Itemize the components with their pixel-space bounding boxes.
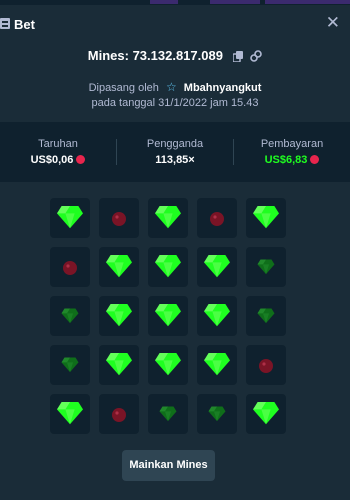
- stat-value: US$6,83: [264, 154, 308, 166]
- gem-tile: [148, 296, 188, 336]
- mine-tile: [197, 198, 237, 238]
- coin-icon: [310, 155, 320, 164]
- gem-tile: [246, 394, 286, 434]
- close-icon[interactable]: ✕: [326, 14, 340, 31]
- gem-tile-unrevealed: [246, 296, 286, 336]
- stat-value: 113,85×: [155, 154, 195, 166]
- gem-tile: [197, 247, 237, 287]
- stat-label: Pengganda: [146, 138, 204, 150]
- gem-tile: [50, 198, 90, 238]
- bet-date: pada tanggal 31/1/2022 jam 15.43: [91, 97, 259, 109]
- play-mines-button[interactable]: Mainkan Mines: [122, 450, 215, 481]
- stat-label: Pembayaran: [260, 138, 324, 150]
- gem-tile: [99, 345, 139, 385]
- mine-tile: [99, 198, 139, 238]
- gem-tile: [99, 296, 139, 336]
- copy-icon[interactable]: [231, 50, 243, 65]
- gem-tile: [246, 198, 286, 238]
- gem-tile: [148, 345, 188, 385]
- coin-icon: [76, 155, 86, 164]
- mine-tile: [246, 345, 286, 385]
- stat-value: US$0,06: [30, 154, 74, 166]
- stat-wager: Taruhan US$0,06: [0, 122, 116, 182]
- gem-tile: [148, 247, 188, 287]
- top-strip-segment: [265, 0, 350, 4]
- gem-tile: [197, 345, 237, 385]
- gem-tile: [50, 394, 90, 434]
- stat-label: Taruhan: [38, 138, 78, 150]
- bet-id-row: Mines: 73.132.817.089: [0, 48, 350, 65]
- stat-value-row: US$0,06: [0, 154, 116, 166]
- gem-tile-unrevealed: [197, 394, 237, 434]
- gem-tile-unrevealed: [50, 345, 90, 385]
- gem-tile-unrevealed: [148, 394, 188, 434]
- mine-tile: [99, 394, 139, 434]
- top-strip-segment: [210, 0, 260, 4]
- gem-tile: [148, 198, 188, 238]
- star-icon: ☆: [165, 80, 177, 94]
- top-strip-segment: [150, 0, 178, 4]
- placed-by-row: Dipasang oleh ☆ Mbahnyangkut: [0, 80, 350, 94]
- gem-tile: [197, 296, 237, 336]
- mine-tile: [50, 247, 90, 287]
- stats-panel: Taruhan US$0,06 Pengganda 113,85× Pembay…: [0, 122, 350, 182]
- gem-tile-unrevealed: [50, 296, 90, 336]
- username[interactable]: Mbahnyangkut: [184, 82, 262, 94]
- gem-tile: [99, 247, 139, 287]
- gem-tile-unrevealed: [246, 247, 286, 287]
- bet-id: Mines: 73.132.817.089: [87, 48, 223, 63]
- stat-multiplier: Pengganda 113,85×: [117, 122, 233, 182]
- modal-title: Bet: [14, 17, 35, 32]
- placed-by-label: Dipasang oleh: [88, 82, 159, 94]
- stat-payout: Pembayaran US$6,83: [234, 122, 350, 182]
- modal-header: Bet ✕: [0, 5, 350, 43]
- link-icon[interactable]: [250, 50, 263, 65]
- bet-slip-icon: [0, 18, 10, 29]
- stat-value-row: US$6,83: [234, 154, 350, 166]
